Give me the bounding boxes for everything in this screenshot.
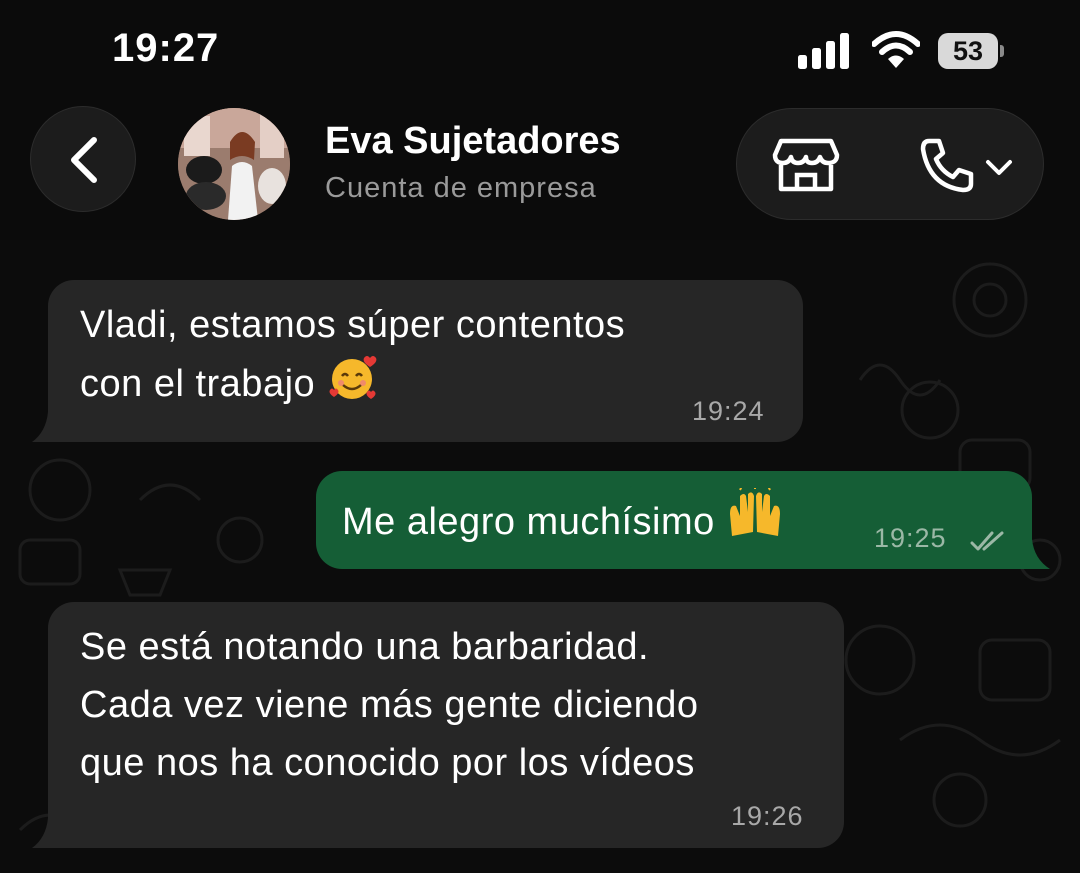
wifi-icon [872,31,920,68]
status-time: 19:27 [112,26,220,70]
signal-icon [798,33,849,69]
message-incoming[interactable]: Se está notando una barbaridad. Cada vez… [48,602,844,848]
store-icon [772,138,840,192]
status-bar: 19:27 53 [0,0,1080,100]
read-receipt-icon [970,531,1004,551]
back-icon [71,137,97,183]
message-text: Vladi, estamos súper contentos con el tr… [80,304,626,405]
message-outgoing[interactable]: Me alegro muchísimo 19:25 [316,471,1032,569]
message-incoming[interactable]: Vladi, estamos súper contentos con el tr… [48,280,803,442]
chevron-down-icon [986,160,1012,175]
chat-header: Eva Sujetadores Cuenta de empresa [0,100,1080,240]
header-actions [736,108,1044,220]
message-text: Se está notando una barbaridad. Cada vez… [80,626,699,784]
battery-icon: 53 [938,33,1004,69]
smiling-face-with-hearts-icon [329,356,377,399]
store-button[interactable] [771,137,841,193]
phone-icon [920,138,974,193]
message-text: Me alegro muchísimo [342,488,784,551]
message-time: 19:25 [874,523,947,553]
avatar[interactable] [178,108,290,220]
back-button[interactable] [30,106,136,212]
message-time: 19:24 [692,396,765,426]
contact-name[interactable]: Eva Sujetadores [325,120,621,163]
call-button[interactable] [917,137,1017,193]
contact-subtitle: Cuenta de empresa [325,172,597,204]
chat-area[interactable]: Vladi, estamos súper contentos con el tr… [0,240,1080,873]
message-time: 19:26 [731,801,804,831]
bubble-tail [1032,539,1050,569]
raising-hands-icon [729,488,780,536]
battery-level: 53 [952,36,984,66]
